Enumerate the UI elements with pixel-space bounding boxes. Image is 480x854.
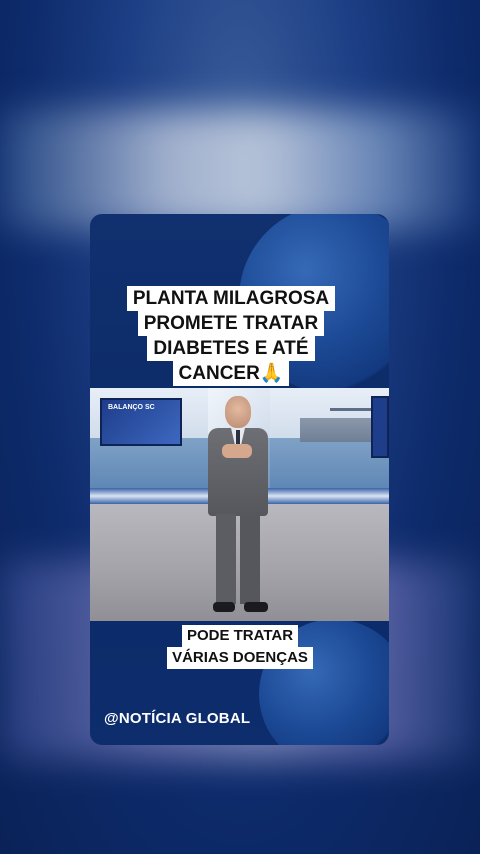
- studio-screen: BALANÇO SC: [100, 398, 182, 446]
- sub-caption-line: PODE TRATAR: [181, 625, 299, 647]
- tv-studio-frame: BALANÇO SC: [90, 388, 389, 621]
- headline-line: CANCER🙏: [172, 361, 290, 386]
- headline-line: PLANTA MILAGROSA: [126, 286, 336, 311]
- sub-caption-line: VÁRIAS DOENÇAS: [167, 647, 313, 669]
- anchor-hands: [222, 444, 252, 458]
- anchor-shoe-right: [244, 602, 268, 612]
- headline-caption: PLANTA MILAGROSA PROMETE TRATAR DIABETES…: [124, 286, 338, 386]
- news-anchor: [198, 396, 278, 616]
- background-blur-top: [0, 110, 480, 230]
- anchor-leg-left: [216, 514, 236, 604]
- studio-screen-label: BALANÇO SC: [108, 404, 155, 411]
- studio-screen-right: [371, 396, 389, 458]
- headline-line: DIABETES E ATÉ: [147, 336, 315, 361]
- anchor-head: [225, 396, 251, 428]
- channel-handle: @NOTÍCIA GLOBAL: [104, 710, 251, 727]
- anchor-shoe-left: [213, 602, 235, 612]
- headline-line: PROMETE TRATAR: [137, 311, 325, 336]
- sub-caption: PODE TRATAR VÁRIAS DOENÇAS: [160, 625, 320, 669]
- anchor-leg-right: [240, 514, 260, 604]
- video-card[interactable]: PLANTA MILAGROSA PROMETE TRATAR DIABETES…: [90, 214, 389, 745]
